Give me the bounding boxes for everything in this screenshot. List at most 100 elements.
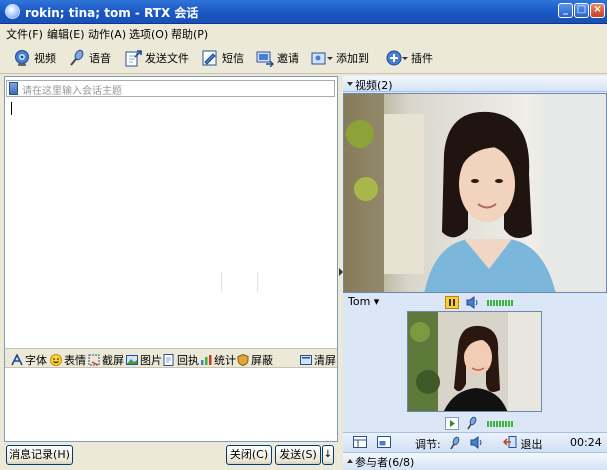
image-icon xyxy=(126,354,138,366)
bottom-bar: 消息记录(H) 关闭(C) 发送(S) ↓ xyxy=(0,443,343,470)
exit-label: 退出 xyxy=(520,438,543,451)
font-icon xyxy=(11,353,23,366)
close-chat-button[interactable]: 关闭(C) xyxy=(226,445,272,465)
sms-icon xyxy=(201,49,219,67)
remote-video-frame xyxy=(344,94,606,292)
subject-field[interactable]: 请在这里输入会话主题 xyxy=(6,80,335,97)
emoticon-button[interactable]: 表情 xyxy=(50,352,86,368)
subject-placeholder: 请在这里输入会话主题 xyxy=(22,86,122,97)
local-video xyxy=(407,311,542,412)
pause-icon xyxy=(449,299,455,306)
adjust-mic-icon[interactable] xyxy=(449,436,461,453)
send-options-arrow[interactable]: ↓ xyxy=(322,445,334,465)
receipt-button[interactable]: 回执 xyxy=(163,352,199,368)
play-video-button[interactable] xyxy=(445,417,459,430)
clear-icon xyxy=(300,354,312,366)
emoticon-label: 表情 xyxy=(64,354,86,367)
shield-icon xyxy=(237,353,249,367)
call-timer: 00:24 xyxy=(570,436,602,449)
screenshot-icon xyxy=(88,354,100,366)
image-button[interactable]: 图片 xyxy=(126,352,162,368)
local-mic-icon[interactable] xyxy=(466,416,478,433)
remote-volume-level xyxy=(487,300,513,306)
play-icon xyxy=(450,420,455,427)
pause-video-button[interactable] xyxy=(445,296,459,309)
webcam-icon xyxy=(13,49,31,67)
send-file-button[interactable]: 发送文件 xyxy=(124,47,189,69)
screenshot-button[interactable]: 截屏 xyxy=(88,352,124,368)
video-panel-title: 视频(2) xyxy=(355,79,393,92)
exit-icon xyxy=(502,436,517,448)
voice-label: 语音 xyxy=(89,52,111,65)
maximize-button[interactable]: □ xyxy=(574,3,589,18)
video-status-bar: 调节: 退出 00:24 xyxy=(343,432,607,452)
menu-file[interactable]: 文件(F) xyxy=(6,26,43,42)
local-mic-level xyxy=(487,421,513,427)
clear-label: 清屏 xyxy=(314,354,336,367)
close-window-button[interactable]: × xyxy=(590,3,605,18)
video-label: 视频 xyxy=(34,52,56,65)
plugin-label: 插件 xyxy=(411,52,433,65)
image-label: 图片 xyxy=(140,354,162,367)
history-button[interactable]: 消息记录(H) xyxy=(6,445,73,465)
speaker-icon[interactable] xyxy=(466,296,480,312)
participants-label: 参与者(6/8) xyxy=(355,456,415,469)
plugin-button[interactable]: 插件 xyxy=(386,47,433,69)
format-bar: 字体 表情 截屏 图片 回执 统计 屏蔽 清屏 xyxy=(5,348,337,368)
invite-button[interactable]: 邀请 xyxy=(256,47,299,69)
screenshot-label: 截屏 xyxy=(102,354,124,367)
menu-edit[interactable]: 编辑(E) xyxy=(47,26,85,42)
divider-mark xyxy=(221,272,222,292)
stats-label: 统计 xyxy=(214,354,236,367)
font-button[interactable]: 字体 xyxy=(11,352,47,368)
shield-label: 屏蔽 xyxy=(251,354,273,367)
window-mode-icon[interactable] xyxy=(377,436,391,451)
message-input[interactable] xyxy=(5,369,337,441)
voice-button[interactable]: 语音 xyxy=(68,47,111,69)
invite-icon xyxy=(256,49,274,68)
divider-mark xyxy=(257,272,258,292)
video-button[interactable]: 视频 xyxy=(13,47,56,69)
menu-options[interactable]: 选项(O) xyxy=(129,26,168,42)
add-to-label: 添加到 xyxy=(336,52,369,65)
menu-bar: 文件(F) 编辑(E) 动作(A) 选项(O) 帮助(P) xyxy=(0,24,607,42)
add-to-icon xyxy=(311,49,333,67)
exit-video-button[interactable]: 退出 xyxy=(502,436,543,452)
rtx-app-icon xyxy=(5,4,20,19)
participants-header[interactable]: 参与者(6/8) xyxy=(343,452,607,470)
receipt-icon xyxy=(163,354,175,366)
send-button[interactable]: 发送(S) xyxy=(275,445,321,465)
microphone-icon xyxy=(68,49,86,67)
collapse-triangle-icon xyxy=(347,82,353,86)
plugin-icon xyxy=(386,49,408,67)
toolbar: 视频 语音 发送文件 短信 邀请 添加到 插件 xyxy=(0,42,607,74)
window-title: rokin; tina; tom - RTX 会话 xyxy=(25,6,199,20)
add-to-button[interactable]: 添加到 xyxy=(311,47,369,69)
remote-name-label: Tom xyxy=(348,295,371,308)
send-file-icon xyxy=(124,49,142,67)
remote-video xyxy=(343,93,607,293)
clear-button[interactable]: 清屏 xyxy=(300,352,336,368)
video-panel-header[interactable]: 视频(2) xyxy=(343,76,607,92)
local-video-frame xyxy=(408,312,541,411)
dropdown-arrow-icon: ▾ xyxy=(373,295,380,308)
sms-label: 短信 xyxy=(222,52,244,65)
remote-name-dropdown[interactable]: Tom ▾ xyxy=(348,295,379,308)
sms-button[interactable]: 短信 xyxy=(201,47,244,69)
subject-icon xyxy=(9,82,18,95)
shield-button[interactable]: 屏蔽 xyxy=(237,352,273,368)
adjust-label: 调节: xyxy=(415,438,441,451)
layout-icon[interactable] xyxy=(353,436,367,451)
title-bar: rokin; tina; tom - RTX 会话 _ □ × xyxy=(0,0,607,24)
invite-label: 邀请 xyxy=(277,52,299,65)
stats-button[interactable]: 统计 xyxy=(200,352,236,368)
menu-action[interactable]: 动作(A) xyxy=(88,26,126,42)
adjust-speaker-icon[interactable] xyxy=(470,436,484,452)
stats-icon xyxy=(200,354,212,366)
expand-triangle-icon xyxy=(347,459,353,463)
smiley-icon xyxy=(50,354,62,366)
minimize-button[interactable]: _ xyxy=(558,3,573,18)
send-file-label: 发送文件 xyxy=(145,52,189,65)
receipt-label: 回执 xyxy=(177,354,199,367)
menu-help[interactable]: 帮助(P) xyxy=(171,26,208,42)
